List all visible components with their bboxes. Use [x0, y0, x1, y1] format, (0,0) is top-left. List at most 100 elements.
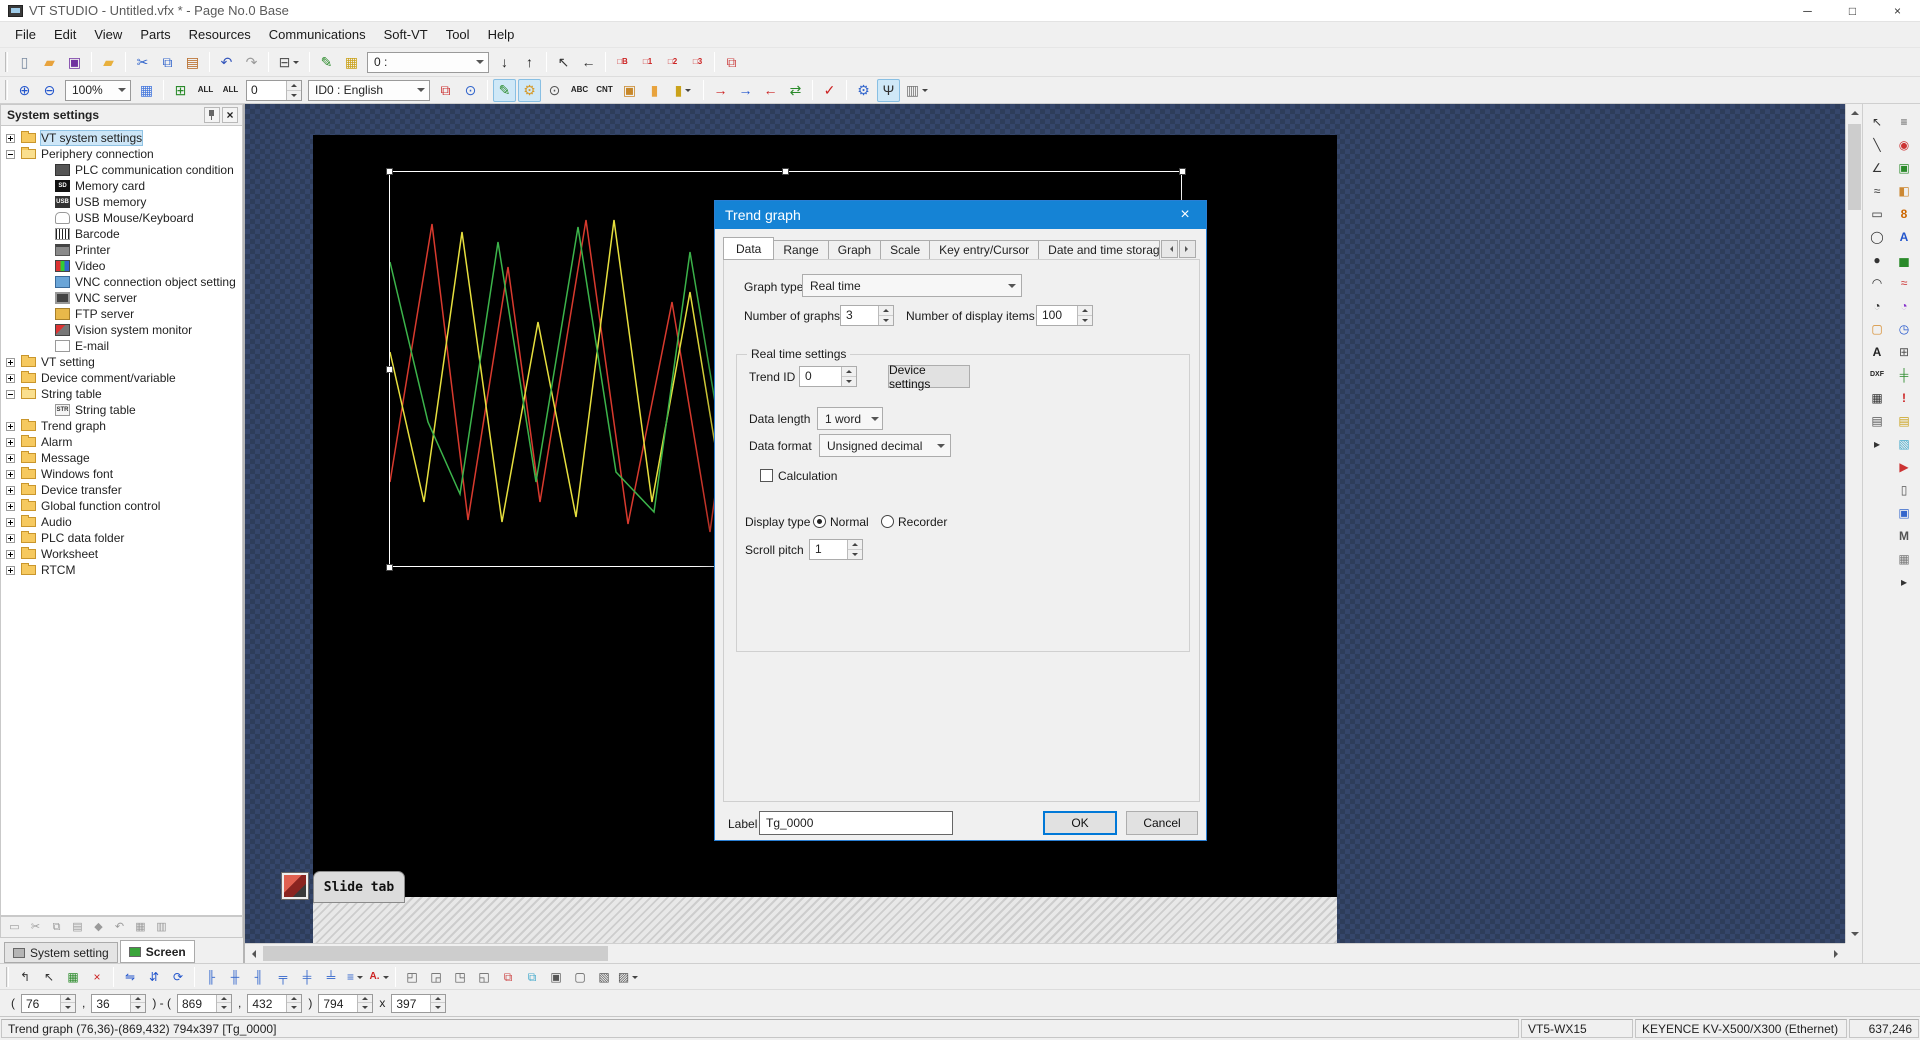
trend-id-spinner[interactable]: 0	[799, 366, 857, 387]
menu-item[interactable]: File	[6, 22, 45, 47]
base-part-button[interactable]: ⧉	[720, 51, 743, 74]
edit-mode-button[interactable]: ✎	[493, 79, 516, 102]
display-order-base-button[interactable]: □B	[611, 51, 634, 74]
select-frame-button[interactable]: ▭	[5, 918, 24, 937]
menu-item[interactable]: Parts	[131, 22, 179, 47]
display-type-recorder-radio[interactable]	[881, 515, 894, 528]
spinner-up-button[interactable]	[61, 995, 75, 1003]
message-part[interactable]: ▤	[1893, 410, 1915, 431]
menu-item[interactable]: Tool	[437, 22, 479, 47]
line-tool[interactable]: ╲	[1866, 134, 1888, 155]
slide-tab[interactable]: Slide tab	[313, 871, 405, 903]
tree-item[interactable]: E-mail	[1, 338, 117, 354]
grid-small-button[interactable]: ▦	[131, 918, 150, 937]
spinner-up-button[interactable]	[879, 306, 893, 316]
spinner-down-button[interactable]	[131, 1003, 145, 1012]
maximize-icon[interactable]: □	[1830, 0, 1875, 22]
align-center-button[interactable]: ╫	[224, 966, 246, 987]
tree-item[interactable]: Worksheet	[1, 546, 106, 562]
unlock-button[interactable]: ▢	[569, 966, 591, 987]
tree-item[interactable]: USB Mouse/Keyboard	[1, 210, 202, 226]
font-change-button[interactable]: A.	[368, 966, 390, 987]
tree-item[interactable]: PLC communication condition	[1, 162, 242, 178]
tree-expander-icon[interactable]	[6, 534, 15, 543]
select-tool[interactable]: ↖	[1866, 111, 1888, 132]
tab-scroll-right-icon[interactable]	[1179, 240, 1196, 258]
tree-expander-icon[interactable]	[6, 550, 15, 559]
selection-handle[interactable]	[782, 168, 789, 175]
group-button[interactable]: ⧉	[497, 966, 519, 987]
canvas-horizontal-scrollbar[interactable]	[245, 943, 1845, 963]
display-order-1-button[interactable]: □1	[636, 51, 659, 74]
tab-key-entry-cursor[interactable]: Key entry/Cursor	[930, 240, 1039, 260]
graph-type-combo[interactable]: Real time	[802, 274, 1022, 297]
device-settings-button[interactable]: Device settings	[888, 365, 970, 388]
selection-handle[interactable]	[386, 564, 393, 571]
paste-button[interactable]: ▤	[181, 51, 204, 74]
manual-button[interactable]: ▮	[643, 79, 666, 102]
zoom-level-combo[interactable]: 100%	[65, 80, 131, 101]
simulator-button[interactable]: ▥	[902, 79, 932, 102]
window-part[interactable]: ▣	[1893, 502, 1915, 523]
tree-item[interactable]: Vision system monitor	[1, 322, 200, 338]
transfer-monitor-button[interactable]: →	[734, 79, 757, 102]
equal-spacing-button[interactable]: ≡	[344, 966, 366, 987]
curve-tool[interactable]: ≈	[1866, 180, 1888, 201]
rect-tool[interactable]: ▭	[1866, 203, 1888, 224]
device-part[interactable]: ▦	[1893, 548, 1915, 569]
display-order-2-button[interactable]: □2	[661, 51, 684, 74]
toolbar-grip[interactable]	[5, 80, 8, 100]
add-item-button[interactable]: ◆	[89, 918, 108, 937]
flip-vertical-button[interactable]: ⇵	[143, 966, 165, 987]
tree-item[interactable]: Audio	[1, 514, 80, 530]
meter-part[interactable]: ◔	[1893, 295, 1915, 316]
slider-part[interactable]: ╪	[1893, 364, 1915, 385]
tree-expander-icon[interactable]	[6, 374, 15, 383]
spinner-down-button[interactable]	[879, 316, 893, 325]
spinner-up-button[interactable]	[1078, 306, 1092, 316]
tree-expander-icon[interactable]	[6, 438, 15, 447]
text-list-button[interactable]: ABC	[568, 79, 591, 102]
align-bottom-button[interactable]: ╧	[320, 966, 342, 987]
spinner-up-button[interactable]	[848, 540, 862, 550]
horizontal-scroll-thumb[interactable]	[263, 946, 608, 961]
send-to-back-button[interactable]: ◲	[425, 966, 447, 987]
tree-item[interactable]: Printer	[1, 242, 118, 258]
num-graphs-spinner[interactable]: 3	[840, 305, 894, 326]
tab-scale[interactable]: Scale	[881, 240, 930, 260]
spinner-down-button[interactable]	[287, 1003, 301, 1012]
all-screens-button[interactable]: ALL	[194, 79, 217, 102]
polyline-tool[interactable]: ∠	[1866, 157, 1888, 178]
transfer-from-vt-button[interactable]: ←	[759, 79, 782, 102]
new-file-button[interactable]: ▯	[13, 51, 36, 74]
text-display-part[interactable]: A	[1893, 226, 1915, 247]
cut-button[interactable]: ✂	[131, 51, 154, 74]
jump-up-button[interactable]: ↑	[518, 51, 541, 74]
more-tools-button[interactable]: ▸	[1866, 433, 1888, 454]
scroll-pitch-spinner[interactable]: 1	[809, 539, 863, 560]
filled-ellipse-tool[interactable]: ●	[1866, 249, 1888, 270]
tab-scroll-left-icon[interactable]	[1161, 240, 1178, 258]
numeric-display-part[interactable]: 8	[1893, 203, 1915, 224]
spinner-up-button[interactable]	[131, 995, 145, 1003]
tree-expander-icon[interactable]	[6, 518, 15, 527]
canvas-vertical-scrollbar[interactable]	[1845, 104, 1862, 943]
tree-item[interactable]: Windows font	[1, 466, 121, 482]
select-parts-button[interactable]: ↖	[552, 51, 575, 74]
selection-handle[interactable]	[386, 366, 393, 373]
tab-date-time-storage[interactable]: Date and time storage/graphic displ	[1039, 240, 1160, 260]
menu-item[interactable]: Resources	[180, 22, 260, 47]
menu-item[interactable]: Communications	[260, 22, 375, 47]
align-left-button[interactable]: ╟	[200, 966, 222, 987]
tab-system-setting[interactable]: System setting	[4, 942, 118, 963]
all-parts-button[interactable]: ALL	[219, 79, 242, 102]
data-format-combo[interactable]: Unsigned decimal	[819, 434, 951, 457]
count-list-button[interactable]: CNT	[593, 79, 616, 102]
copy-button[interactable]: ⧉	[156, 51, 179, 74]
tree-expander-icon[interactable]	[6, 454, 15, 463]
spinner-up-button[interactable]	[287, 81, 301, 91]
copy-small-button[interactable]: ⧉	[47, 918, 66, 937]
tree-item[interactable]: Device comment/variable	[1, 370, 184, 386]
image-tool[interactable]: ▤	[1866, 410, 1888, 431]
keypad-part[interactable]: ⊞	[1893, 341, 1915, 362]
